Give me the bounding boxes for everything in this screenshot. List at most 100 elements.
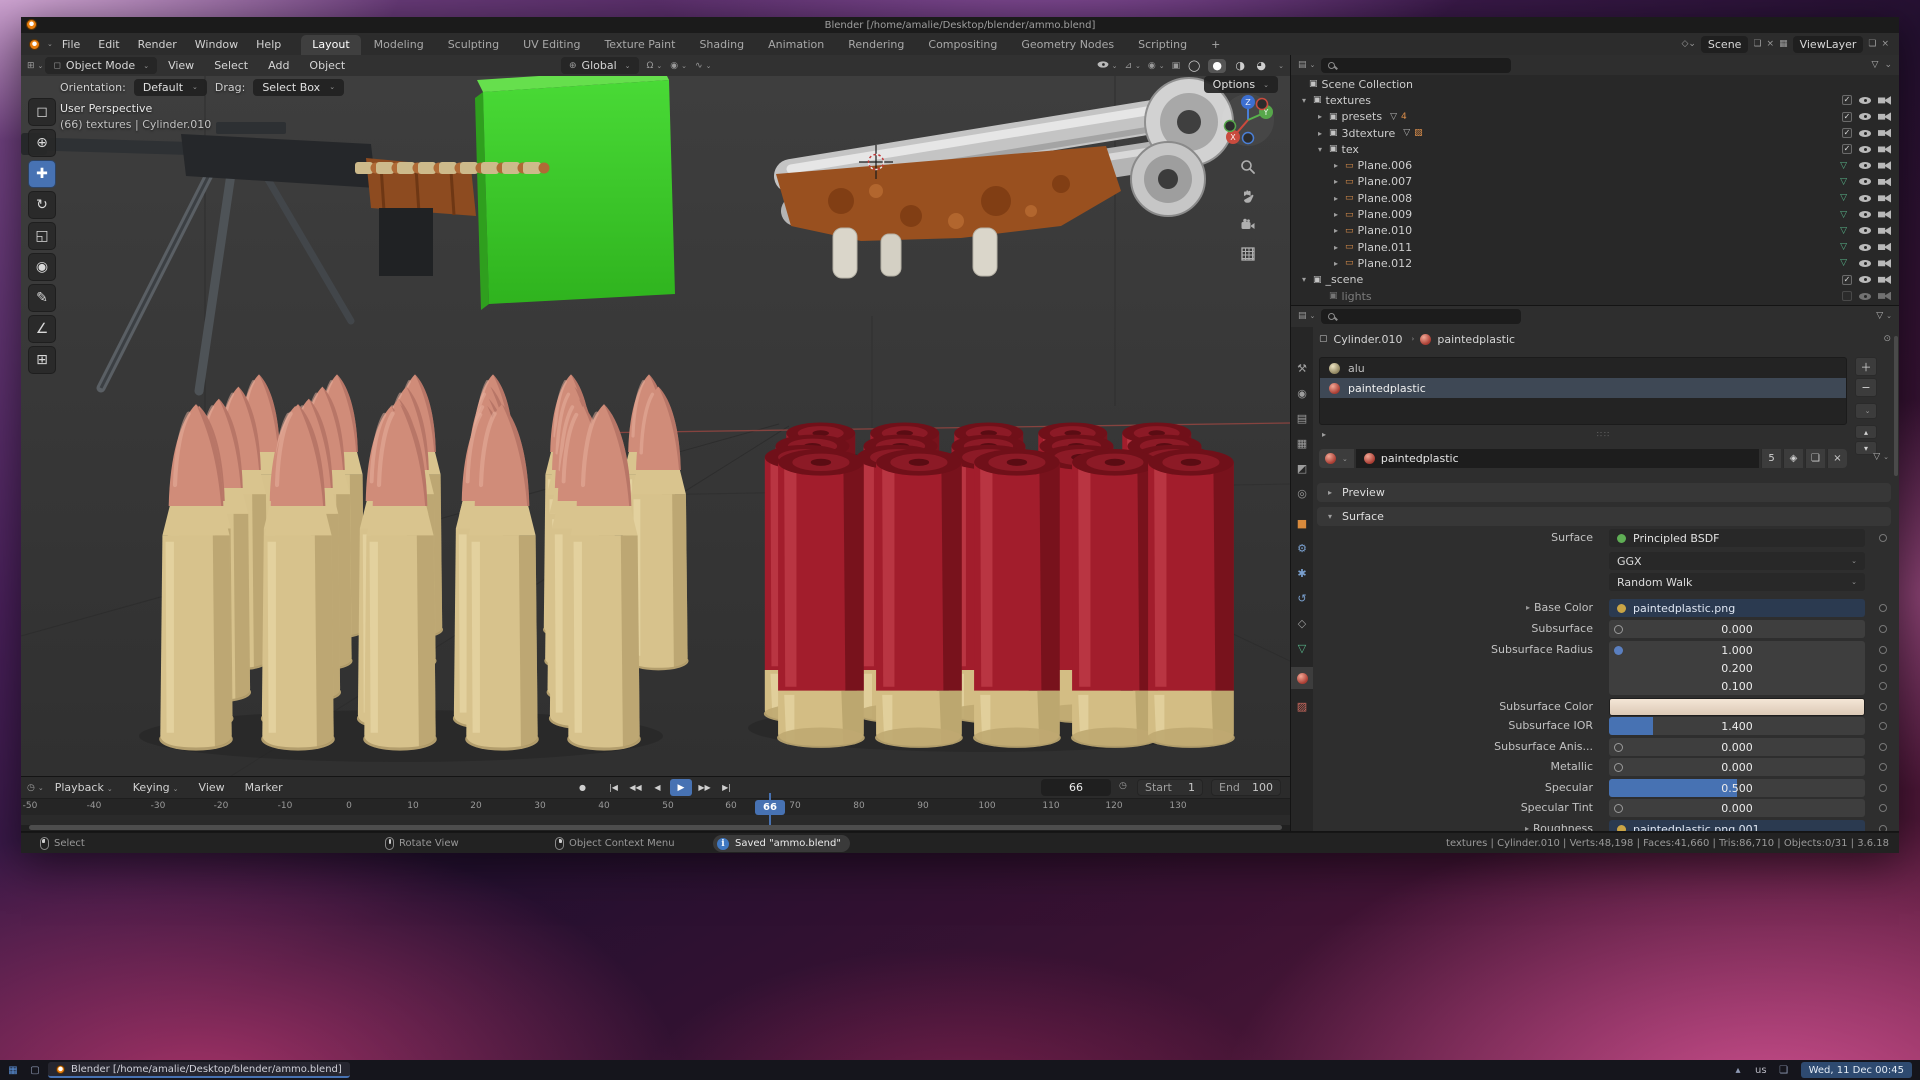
- subsurface-method-dropdown[interactable]: Random Walk⌄: [1609, 573, 1865, 591]
- jump-to-end-button[interactable]: ▶|: [717, 779, 736, 796]
- collection-checkbox[interactable]: [1842, 144, 1852, 154]
- outliner-row-plane[interactable]: ▸ ▭ Plane.008 ▽: [1291, 190, 1899, 206]
- timeline-menu-marker[interactable]: Marker: [236, 778, 292, 797]
- expander-icon[interactable]: ▾: [1315, 145, 1325, 154]
- menu-window[interactable]: Window: [186, 35, 247, 54]
- fake-user-shield-icon[interactable]: ◈: [1783, 449, 1803, 468]
- scene-unlink-icon[interactable]: ×: [1767, 39, 1775, 49]
- surface-shader-field[interactable]: Principled BSDF: [1609, 529, 1865, 547]
- hide-eye-icon[interactable]: [1859, 130, 1871, 137]
- render-visibility-icon[interactable]: [1878, 259, 1891, 268]
- render-visibility-icon[interactable]: [1878, 145, 1891, 154]
- tab-scene-icon[interactable]: ◩: [1291, 457, 1313, 479]
- tab-particles-icon[interactable]: ✱: [1291, 562, 1313, 584]
- hide-eye-icon[interactable]: [1859, 97, 1871, 104]
- tab-world-icon[interactable]: ◎: [1291, 482, 1313, 504]
- collection-checkbox[interactable]: [1842, 275, 1852, 285]
- workspace-tab-layout[interactable]: Layout: [301, 35, 360, 55]
- hide-eye-icon[interactable]: [1859, 178, 1871, 185]
- timeline-track[interactable]: [21, 815, 1290, 825]
- gizmos-toggle-icon[interactable]: ⊿⌄: [1124, 61, 1140, 71]
- shading-solid-icon[interactable]: ●: [1208, 59, 1226, 73]
- subsurface-ior-slider[interactable]: 1.400: [1609, 717, 1865, 735]
- subsurface-radius-field-3[interactable]: 0.100: [1609, 677, 1865, 695]
- auto-keying-icon[interactable]: ●: [573, 779, 592, 796]
- outliner-row-3dtexture[interactable]: ▸ ▣ 3dtexture ▽ ▨: [1291, 125, 1899, 141]
- gizmo-z-label[interactable]: Z: [1245, 98, 1251, 107]
- animate-dot[interactable]: [1879, 804, 1887, 812]
- tab-modifiers-icon[interactable]: ⚙: [1291, 537, 1313, 559]
- render-visibility-icon[interactable]: [1878, 194, 1891, 203]
- panel-preview[interactable]: ▸ Preview: [1317, 483, 1891, 502]
- next-keyframe-button[interactable]: ▶▶: [695, 779, 714, 796]
- base-color-texture-field[interactable]: paintedplastic.png: [1609, 599, 1865, 617]
- scene-copy-icon[interactable]: ❏: [1753, 39, 1761, 49]
- add-workspace-button[interactable]: +: [1200, 35, 1231, 55]
- breadcrumb-object[interactable]: Cylinder.010: [1334, 333, 1403, 346]
- collection-checkbox[interactable]: [1842, 291, 1852, 301]
- timeline-menu-view[interactable]: View: [190, 778, 234, 797]
- tab-object-data-icon[interactable]: ▽: [1291, 637, 1313, 659]
- menu-edit[interactable]: Edit: [89, 35, 128, 54]
- workspace-tab-geometry-nodes[interactable]: Geometry Nodes: [1010, 35, 1125, 55]
- browse-material-button[interactable]: ⌄: [1319, 449, 1354, 468]
- outliner-row-tex[interactable]: ▾ ▣ tex: [1291, 141, 1899, 157]
- timeline-menu-keying[interactable]: Keying⌄: [124, 778, 188, 797]
- menu-file[interactable]: File: [53, 35, 89, 54]
- animate-dot[interactable]: [1879, 722, 1887, 730]
- tray-expand-icon[interactable]: ▴: [1729, 1062, 1747, 1078]
- tab-material-icon[interactable]: [1291, 667, 1313, 689]
- outliner-row-plane[interactable]: ▸ ▭ Plane.007 ▽: [1291, 174, 1899, 190]
- render-visibility-icon[interactable]: [1878, 112, 1891, 121]
- panel-surface[interactable]: ▾ Surface: [1317, 507, 1891, 526]
- editor-type-icon[interactable]: ⊞⌄: [27, 61, 43, 71]
- specular-tint-slider[interactable]: 0.000: [1609, 799, 1865, 817]
- properties-filter-icon[interactable]: ▽⌄: [1876, 311, 1892, 321]
- slot-specials-button[interactable]: ⌄: [1855, 403, 1877, 419]
- hide-eye-icon[interactable]: [1859, 293, 1871, 300]
- menu-help[interactable]: Help: [247, 35, 290, 54]
- outliner-row-plane[interactable]: ▸ ▭ Plane.011 ▽: [1291, 239, 1899, 255]
- shading-material-icon[interactable]: ◑: [1233, 59, 1247, 73]
- material-specials-icon[interactable]: ▽⌄: [1873, 452, 1889, 462]
- expander-icon[interactable]: ▸: [1315, 129, 1325, 138]
- workspace-tab-rendering[interactable]: Rendering: [837, 35, 915, 55]
- taskbar-clock[interactable]: Wed, 11 Dec 00:45: [1801, 1062, 1912, 1078]
- tray-status-icon[interactable]: ❏: [1775, 1062, 1793, 1078]
- viewport-menu-add[interactable]: Add: [259, 56, 298, 75]
- jump-to-start-button[interactable]: |◀: [604, 779, 623, 796]
- workspace-tab-animation[interactable]: Animation: [757, 35, 835, 55]
- roughness-texture-field[interactable]: paintedplastic.png.001: [1609, 820, 1865, 831]
- outliner-row-plane[interactable]: ▸ ▭ Plane.009 ▽: [1291, 206, 1899, 222]
- list-resize-grip[interactable]: ▸ ∷∷: [1319, 428, 1879, 441]
- outliner-row-plane[interactable]: ▸ ▭ Plane.010 ▽: [1291, 223, 1899, 239]
- material-slot-list[interactable]: alu paintedplastic: [1319, 357, 1847, 425]
- outliner-row-lights[interactable]: ▣ lights: [1291, 288, 1899, 304]
- render-visibility-icon[interactable]: [1878, 292, 1891, 301]
- hide-eye-icon[interactable]: [1859, 162, 1871, 169]
- tab-constraints-icon[interactable]: ◇: [1291, 612, 1313, 634]
- outliner-row-plane[interactable]: ▸ ▭ Plane.012 ▽: [1291, 255, 1899, 271]
- outliner-row-scene-collection[interactable]: ▣ Scene Collection: [1291, 76, 1899, 92]
- outliner-row-scene[interactable]: ▾ ▣ _scene: [1291, 272, 1899, 288]
- remove-slot-button[interactable]: −: [1855, 378, 1877, 397]
- animate-dot[interactable]: [1879, 682, 1887, 690]
- render-visibility-icon[interactable]: [1878, 177, 1891, 186]
- expander-icon[interactable]: ▸: [1331, 177, 1341, 186]
- saved-report-message[interactable]: i Saved "ammo.blend": [713, 835, 850, 852]
- drag-dropdown[interactable]: Select Box ⌄: [253, 79, 344, 96]
- expander-icon[interactable]: ▾: [1299, 275, 1309, 284]
- play-reverse-button[interactable]: ◀: [648, 779, 667, 796]
- timeline-ruler[interactable]: -50 -40 -30 -20 -10 0 10 20 30 40 50 60 …: [21, 798, 1290, 815]
- navigation-gizmo[interactable]: Z Y X: [1220, 92, 1276, 148]
- new-material-copy-icon[interactable]: ❏: [1805, 449, 1825, 468]
- expander-icon[interactable]: ▸: [1331, 243, 1341, 252]
- timeline-editor-type-icon[interactable]: ◷⌄: [27, 783, 44, 793]
- use-preview-range-icon[interactable]: ◷: [1119, 781, 1127, 791]
- outliner-editor-type-icon[interactable]: ▤⌄: [1298, 60, 1315, 70]
- animate-dot[interactable]: [1879, 604, 1887, 612]
- workspace-tab-compositing[interactable]: Compositing: [917, 35, 1008, 55]
- timeline-menu-playback[interactable]: Playback⌄: [46, 778, 122, 797]
- expander-icon[interactable]: ▸: [1331, 226, 1341, 235]
- expander-icon[interactable]: ▸: [1331, 161, 1341, 170]
